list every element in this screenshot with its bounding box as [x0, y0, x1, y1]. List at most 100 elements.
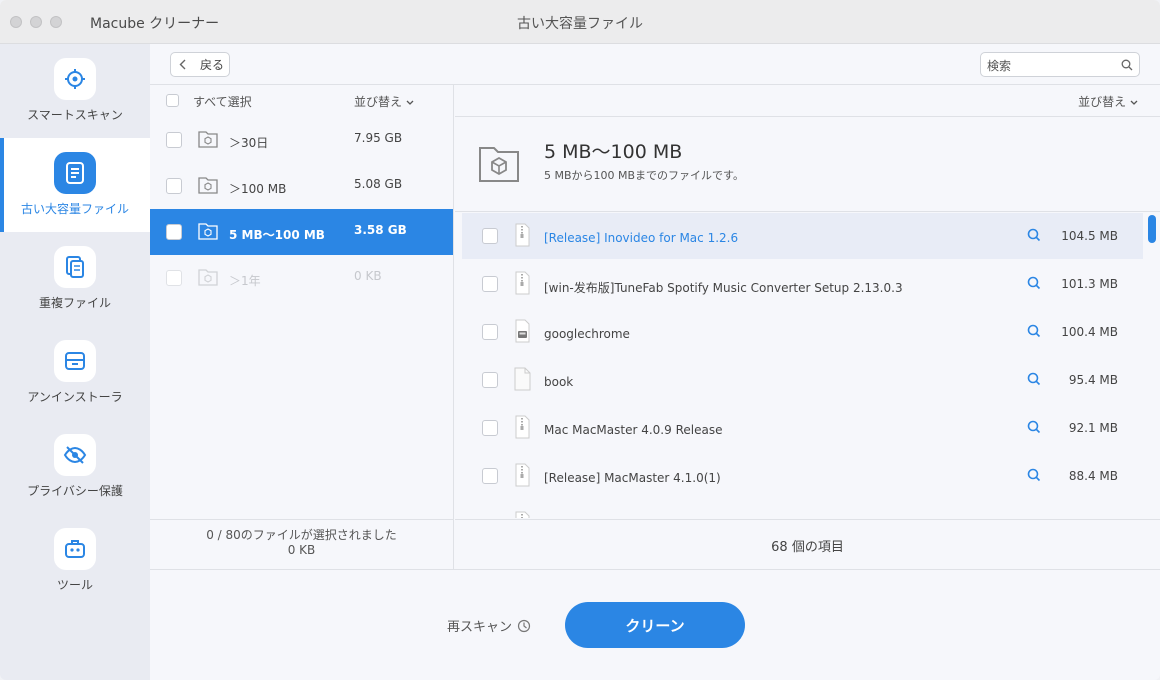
selection-summary: 0 / 80のファイルが選択されました 0 KB: [150, 519, 453, 569]
file-name: [Release] Inovideo for Mac 1.2.6: [544, 231, 739, 245]
file-checkbox[interactable]: [482, 228, 498, 244]
select-all-label: すべて選択: [193, 95, 252, 109]
file-size: 100.4 MB: [1061, 325, 1118, 339]
file-row[interactable]: book 95.4 MB: [462, 357, 1143, 403]
category-row[interactable]: ＞100 MB 5.08 GB: [150, 163, 453, 209]
action-bar: 再スキャン クリーン: [150, 569, 1160, 680]
search-input[interactable]: 検索: [980, 52, 1140, 77]
file-size: 92.1 MB: [1068, 421, 1118, 435]
file-name: Mac MacMaster 4.0.9 Release: [544, 423, 723, 437]
file-row[interactable]: [Release] Inovideo for Mac 1.2.6 104.5 M…: [462, 213, 1143, 259]
folder-icon: [198, 131, 218, 148]
file-checkbox[interactable]: [482, 324, 498, 340]
disk-image-icon: [515, 319, 530, 343]
magnify-icon[interactable]: [1027, 228, 1041, 242]
sidebar-item-smart-scan[interactable]: スマートスキャン: [0, 44, 150, 138]
sidebar-item-old-large-files[interactable]: 古い大容量ファイル: [0, 138, 150, 232]
sort-dropdown[interactable]: 並び替え: [354, 93, 414, 110]
category-size: 0 KB: [354, 269, 382, 283]
search-placeholder: 検索: [987, 59, 1012, 73]
window-title: 古い大容量ファイル: [517, 16, 643, 32]
clean-button[interactable]: クリーン: [565, 602, 745, 648]
file-name: [Release] MacMaster 4.1.0(1): [544, 471, 721, 485]
magnify-icon[interactable]: [1027, 324, 1041, 338]
file-size: 101.3 MB: [1061, 277, 1118, 291]
selection-count: 0 / 80のファイルが選択されました: [206, 528, 397, 542]
sidebar-item-tools[interactable]: ツール: [0, 514, 150, 608]
file-row[interactable]: googlechrome 100.4 MB: [462, 309, 1143, 355]
sidebar-item-label: プライバシー保護: [27, 484, 123, 498]
category-checkbox[interactable]: [166, 178, 182, 194]
category-name: 5 MB〜100 MB: [229, 228, 325, 242]
magnify-icon[interactable]: [1027, 276, 1041, 290]
file-pane: 並び替え 5 MB〜100 MB 5 MBから100 MBまでのファイルです。 …: [455, 85, 1160, 569]
eye-off-icon: [54, 434, 96, 476]
category-row-active[interactable]: 5 MB〜100 MB 3.58 GB: [150, 209, 453, 255]
sidebar-item-privacy[interactable]: プライバシー保護: [0, 420, 150, 514]
folder-icon: [479, 147, 519, 182]
target-icon: [54, 58, 96, 100]
archive-box-icon: [54, 340, 96, 382]
select-all-checkbox[interactable]: [166, 94, 179, 107]
sort-label: 並び替え: [354, 95, 403, 109]
app-window: Macube クリーナー 古い大容量ファイル スマートスキャン 古い大容量ファイ…: [0, 0, 1160, 680]
sidebar-item-label: ツール: [56, 578, 93, 592]
file-name: googlechrome: [544, 327, 630, 341]
category-title: 5 MB〜100 MB: [544, 141, 683, 163]
file-row[interactable]: [Release] MacMaster 4.1.0(1) 88.4 MB: [462, 453, 1143, 499]
chevron-down-icon: [406, 100, 414, 105]
toolbox-icon: [54, 528, 96, 570]
folder-icon: [198, 269, 218, 286]
magnify-icon[interactable]: [1027, 468, 1041, 482]
category-checkbox[interactable]: [166, 224, 182, 240]
category-size: 7.95 GB: [354, 131, 403, 145]
toolbar: 戻る 検索: [150, 44, 1160, 85]
category-size: 3.58 GB: [354, 223, 407, 237]
chevron-left-icon: [179, 59, 186, 70]
file-row-partial[interactable]: [462, 501, 1143, 518]
file-checkbox[interactable]: [482, 468, 498, 484]
item-count: 68 個の項目: [455, 519, 1160, 569]
file-name: [win-发布版]TuneFab Spotify Music Converter…: [544, 281, 903, 295]
divider: [455, 211, 1160, 212]
category-size: 5.08 GB: [354, 177, 403, 191]
zip-file-icon: [515, 511, 530, 518]
scrollbar-thumb[interactable]: [1148, 215, 1156, 243]
title-bar: Macube クリーナー 古い大容量ファイル: [0, 0, 1160, 44]
sidebar: スマートスキャン 古い大容量ファイル 重複ファイル アンインストーラ プライバシ…: [0, 44, 150, 680]
sidebar-item-uninstaller[interactable]: アンインストーラ: [0, 326, 150, 420]
zip-file-icon: [515, 271, 530, 295]
file-row[interactable]: [win-发布版]TuneFab Spotify Music Converter…: [462, 261, 1143, 307]
file-size: 88.4 MB: [1068, 469, 1118, 483]
category-checkbox[interactable]: [166, 132, 182, 148]
file-checkbox[interactable]: [482, 420, 498, 436]
category-name: ＞100 MB: [229, 182, 287, 196]
sidebar-item-duplicate-files[interactable]: 重複ファイル: [0, 232, 150, 326]
file-checkbox[interactable]: [482, 276, 498, 292]
blank-file-icon: [514, 367, 531, 391]
category-row[interactable]: ＞30日 7.95 GB: [150, 117, 453, 163]
category-description: 5 MBから100 MBまでのファイルです。: [544, 169, 744, 182]
category-row-disabled: ＞1年 0 KB: [150, 255, 453, 301]
chevron-down-icon: [1130, 100, 1138, 105]
folder-icon: [198, 223, 218, 240]
sort-dropdown[interactable]: 並び替え: [1078, 93, 1138, 110]
sort-label: 並び替え: [1078, 95, 1127, 109]
back-button[interactable]: 戻る: [170, 52, 230, 77]
file-list[interactable]: [Release] Inovideo for Mac 1.2.6 104.5 M…: [455, 213, 1160, 518]
magnify-icon[interactable]: [1027, 372, 1041, 386]
file-row[interactable]: Mac MacMaster 4.0.9 Release 92.1 MB: [462, 405, 1143, 451]
rescan-button[interactable]: 再スキャン: [447, 616, 531, 635]
file-size: 104.5 MB: [1061, 229, 1118, 243]
sidebar-item-label: 古い大容量ファイル: [20, 202, 129, 216]
category-pane: すべて選択 並び替え ＞30日 7.95 GB ＞100 MB 5.08 GB …: [150, 85, 454, 569]
selection-size: 0 KB: [287, 543, 316, 557]
rescan-label: 再スキャン: [447, 620, 513, 635]
duplicate-files-icon: [54, 246, 96, 288]
search-icon: [1121, 59, 1133, 71]
magnify-icon[interactable]: [1027, 420, 1041, 434]
file-checkbox[interactable]: [482, 372, 498, 388]
file-name: book: [544, 375, 574, 389]
back-button-label: 戻る: [200, 58, 225, 72]
zip-file-icon: [515, 415, 530, 439]
